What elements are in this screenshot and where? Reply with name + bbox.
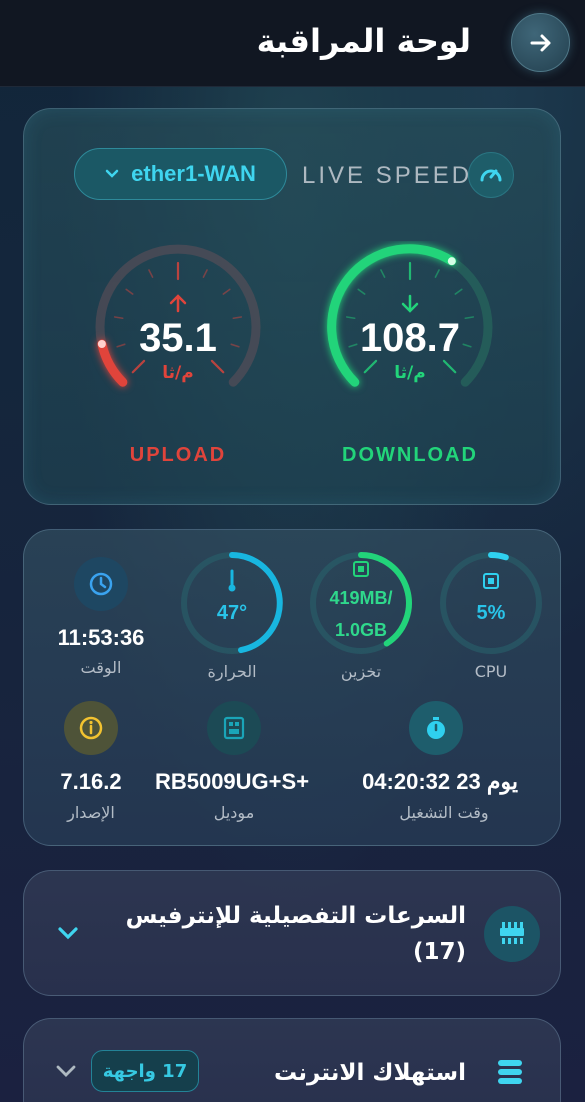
internet-usage-section[interactable]: استهلاك الانترنت 17 واجهة xyxy=(23,1018,561,1102)
upload-value: 35.1 xyxy=(139,316,217,360)
upload-tick xyxy=(125,288,134,295)
download-tick xyxy=(434,269,440,278)
upload-unit: م/ثا xyxy=(162,363,194,383)
upload-tick xyxy=(202,269,208,278)
model-icon-circle xyxy=(207,701,261,755)
system-stats-card: 11:53:36 الوقت 47° الحرارة 419MB/ 1.0GB … xyxy=(23,529,561,846)
clock-icon xyxy=(89,572,113,596)
uptime-label: وقت التشغيل xyxy=(399,803,489,822)
storage-total: 1.0GB xyxy=(334,620,388,640)
temperature-label: الحرارة xyxy=(207,662,257,681)
speedometer-button[interactable] xyxy=(468,152,514,198)
internet-usage-title: استهلاك الانترنت xyxy=(274,1060,466,1086)
download-tick xyxy=(357,288,366,295)
back-button[interactable] xyxy=(511,13,570,72)
chevron-down-icon[interactable] xyxy=(55,1064,77,1078)
storage-used: 419MB/ xyxy=(329,588,393,608)
model-value: RB5009UG+S+ xyxy=(154,769,310,794)
interface-speeds-section[interactable]: السرعات التفصيلية للإنترفيس (17) xyxy=(23,870,561,996)
time-label: الوقت xyxy=(80,658,122,677)
speedometer-icon xyxy=(480,169,502,182)
ethernet-ports-icon xyxy=(500,922,524,944)
version-value: 7.16.2 xyxy=(60,769,122,794)
download-tick xyxy=(380,269,386,278)
server-stack-icon xyxy=(498,1060,522,1084)
time-value: 11:53:36 xyxy=(57,625,145,650)
chevron-down-icon xyxy=(105,169,119,178)
live-speed-label: LIVE SPEED xyxy=(302,162,473,189)
download-caption: DOWNLOAD xyxy=(342,444,478,466)
interface-speeds-count: (17) xyxy=(412,939,466,965)
interface-name: ether1-WAN xyxy=(131,161,256,186)
live-speed-card: ether1-WAN LIVE SPEED 35.1 م/ثا UPLOAD 1… xyxy=(23,108,561,505)
time-icon-circle xyxy=(74,557,128,611)
download-tick xyxy=(454,288,463,295)
upload-caption: UPLOAD xyxy=(129,444,227,466)
page-title: لوحة المراقبة xyxy=(256,22,471,60)
info-icon xyxy=(79,716,103,740)
interface-speeds-title: السرعات التفصيلية للإنترفيس xyxy=(125,903,466,929)
upload-tick xyxy=(148,269,154,278)
uptime-icon-circle xyxy=(409,701,463,755)
model-label: موديل xyxy=(213,803,255,822)
cpu-label: CPU xyxy=(474,662,508,681)
cpu-value: 5% xyxy=(476,602,506,624)
temperature-value: 47° xyxy=(216,602,248,624)
download-value: 108.7 xyxy=(359,316,461,360)
router-board-icon xyxy=(223,716,245,740)
arrow-up-icon xyxy=(169,294,187,313)
download-gauge-knob xyxy=(447,257,456,266)
cpu-ring-fill xyxy=(488,551,509,561)
monitoring-screen: لوحة المراقبة ether1-WAN LIVE SPEED 35.1… xyxy=(0,0,585,1102)
storage-label: تخزين xyxy=(340,662,382,681)
download-unit: م/ثا xyxy=(394,363,426,383)
uptime-value: 04:20:32 23 يوم xyxy=(362,769,518,794)
version-label: الإصدار xyxy=(67,803,115,822)
interface-speeds-icon-circle xyxy=(484,906,540,962)
version-icon-circle xyxy=(64,701,118,755)
chevron-down-icon[interactable] xyxy=(56,925,80,941)
stopwatch-icon xyxy=(427,717,445,739)
upload-tick xyxy=(222,288,231,295)
header-bar: لوحة المراقبة xyxy=(0,0,585,87)
arrow-down-icon xyxy=(401,294,419,313)
arrow-right-icon xyxy=(530,34,550,51)
interface-selector[interactable]: ether1-WAN xyxy=(74,148,287,200)
interfaces-count-badge: 17 واجهة xyxy=(91,1050,199,1092)
